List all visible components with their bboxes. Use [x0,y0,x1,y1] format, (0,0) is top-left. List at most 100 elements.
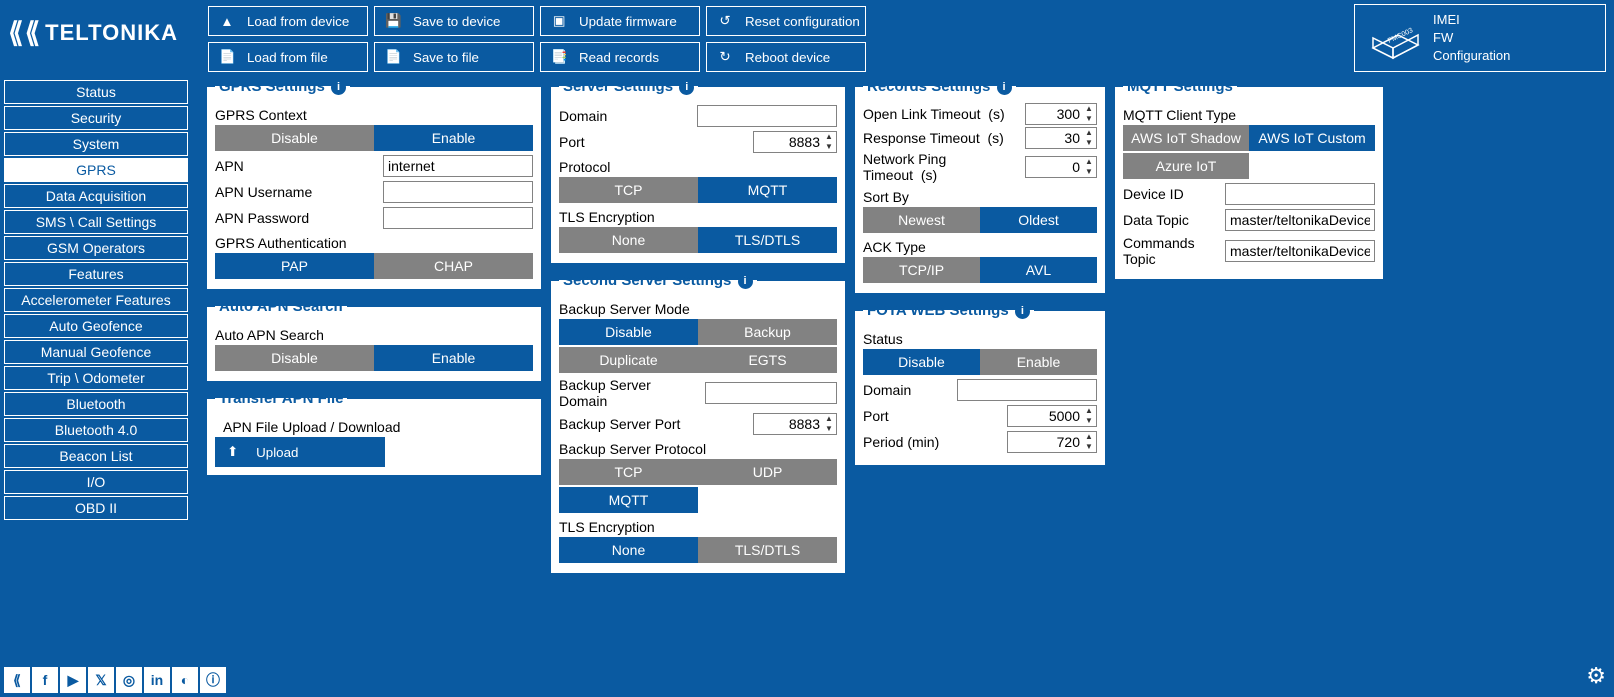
settings-gear-icon[interactable]: ⚙ [1586,663,1606,689]
gprs-context-disable[interactable]: Disable [215,125,374,151]
twitter-icon[interactable]: 𝕏 [88,667,114,693]
ack-type-label: ACK Type [863,239,1097,255]
spin-up-icon[interactable]: ▲ [1082,432,1096,442]
backup-mode-label: Backup Server Mode [559,301,837,317]
spin-up-icon[interactable]: ▲ [822,414,836,424]
facebook-icon[interactable]: f [32,667,58,693]
sidebar-item-trip-odometer[interactable]: Trip \ Odometer [4,366,188,390]
server-settings-panel: Server Settings i Domain Port▲▼ Protocol… [550,78,846,264]
sidebar-item-manual-geofence[interactable]: Manual Geofence [4,340,188,364]
apn-pass-input[interactable] [383,207,533,229]
ack-tcpip[interactable]: TCP/IP [863,257,980,283]
spin-down-icon[interactable]: ▼ [1082,442,1096,452]
info-icon[interactable]: i [1015,304,1030,319]
sort-newest[interactable]: Newest [863,207,980,233]
sidebar-item-security[interactable]: Security [4,106,188,130]
spin-down-icon[interactable]: ▼ [822,424,836,434]
instagram-icon[interactable]: ◎ [116,667,142,693]
wiki-icon[interactable]: ◐ [172,667,198,693]
spin-up-icon[interactable]: ▲ [1082,104,1096,114]
spin-down-icon[interactable]: ▼ [1082,114,1096,124]
ack-avl[interactable]: AVL [980,257,1097,283]
sidebar-item-bluetooth[interactable]: Bluetooth [4,392,188,416]
info-icon[interactable]: i [997,80,1012,95]
spin-up-icon[interactable]: ▲ [822,132,836,142]
save-to-device-button[interactable]: 💾Save to device [374,6,534,36]
sidebar-item-gprs[interactable]: GPRS [4,158,188,182]
info-icon[interactable]: i [679,80,694,95]
info-footer-icon[interactable]: ⓘ [200,667,226,693]
proto-mqtt[interactable]: MQTT [698,177,837,203]
tls-none[interactable]: None [559,227,698,253]
linkedin-icon[interactable]: in [144,667,170,693]
backup-tcp[interactable]: TCP [559,459,698,485]
spin-down-icon[interactable]: ▼ [1082,167,1096,177]
ack-segment: TCP/IP AVL [863,257,1097,283]
mqtt-shadow[interactable]: AWS IoT Shadow [1123,125,1249,151]
backup-domain-input[interactable] [705,382,837,404]
info-icon[interactable]: i [331,80,346,95]
apn-input[interactable] [383,155,533,177]
mqtt-datatopic-input[interactable] [1225,209,1375,231]
backup-tls-none[interactable]: None [559,537,698,563]
gprs-auth-pap[interactable]: PAP [215,253,374,279]
update-firmware-button[interactable]: ▣Update firmware [540,6,700,36]
spin-up-icon[interactable]: ▲ [1082,128,1096,138]
sidebar-item-auto-geofence[interactable]: Auto Geofence [4,314,188,338]
youtube-icon[interactable]: ▶ [60,667,86,693]
spin-down-icon[interactable]: ▼ [1082,138,1096,148]
proto-tcp[interactable]: TCP [559,177,698,203]
backup-mqtt[interactable]: MQTT [559,487,698,513]
gprs-settings-title: GPRS Settings i [215,78,350,95]
sidebar-item-beacon-list[interactable]: Beacon List [4,444,188,468]
info-icon[interactable]: i [738,274,753,289]
spin-up-icon[interactable]: ▲ [1082,406,1096,416]
backup-proto-label: Backup Server Protocol [559,441,837,457]
backup-udp[interactable]: UDP [698,459,837,485]
reboot-device-button[interactable]: ↻Reboot device [706,42,866,72]
backup-egts[interactable]: EGTS [698,347,837,373]
sidebar-item-status[interactable]: Status [4,80,188,104]
sort-oldest[interactable]: Oldest [980,207,1097,233]
auto-apn-disable[interactable]: Disable [215,345,374,371]
save-to-file-button[interactable]: 📄Save to file [374,42,534,72]
mqtt-deviceid-input[interactable] [1225,183,1375,205]
sidebar-item-obd-ii[interactable]: OBD II [4,496,188,520]
sidebar-item-accelerometer-features[interactable]: Accelerometer Features [4,288,188,312]
reset-config-button[interactable]: ↺Reset configuration [706,6,866,36]
domain-input[interactable] [697,105,837,127]
mqtt-azure[interactable]: Azure IoT [1123,153,1249,179]
fota-disable[interactable]: Disable [863,349,980,375]
apn-upload-button[interactable]: ⬆Upload [215,437,385,467]
sidebar-item-i-o[interactable]: I/O [4,470,188,494]
apn-user-input[interactable] [383,181,533,203]
fota-domain-input[interactable] [957,379,1097,401]
backup-tls-tlsdtls[interactable]: TLS/DTLS [698,537,837,563]
read-records-button[interactable]: 📑Read records [540,42,700,72]
sidebar-item-data-acquisition[interactable]: Data Acquisition [4,184,188,208]
auto-apn-enable[interactable]: Enable [374,345,533,371]
sidebar-item-gsm-operators[interactable]: GSM Operators [4,236,188,260]
spin-down-icon[interactable]: ▼ [822,142,836,152]
load-from-device-button[interactable]: ▲Load from device [208,6,368,36]
sidebar-item-sms-call-settings[interactable]: SMS \ Call Settings [4,210,188,234]
records-icon: 📑 [551,49,567,65]
tls-tlsdtls[interactable]: TLS/DTLS [698,227,837,253]
gprs-auth-chap[interactable]: CHAP [374,253,533,279]
backup-disable[interactable]: Disable [559,319,698,345]
gprs-context-enable[interactable]: Enable [374,125,533,151]
load-from-file-button[interactable]: 📄Load from file [208,42,368,72]
mqtt-panel: MQTT Settings MQTT Client Type AWS IoT S… [1114,78,1384,280]
sidebar-item-system[interactable]: System [4,132,188,156]
spin-down-icon[interactable]: ▼ [1082,416,1096,426]
sidebar-item-bluetooth-4-0[interactable]: Bluetooth 4.0 [4,418,188,442]
fota-enable[interactable]: Enable [980,349,1097,375]
teltonika-icon[interactable]: ⟪ [4,667,30,693]
upload-icon: ▲ [219,14,235,29]
spin-up-icon[interactable]: ▲ [1082,157,1096,167]
mqtt-custom[interactable]: AWS IoT Custom [1249,125,1375,151]
backup-backup[interactable]: Backup [698,319,837,345]
sidebar-item-features[interactable]: Features [4,262,188,286]
mqtt-cmdtopic-input[interactable] [1225,240,1375,262]
backup-duplicate[interactable]: Duplicate [559,347,698,373]
